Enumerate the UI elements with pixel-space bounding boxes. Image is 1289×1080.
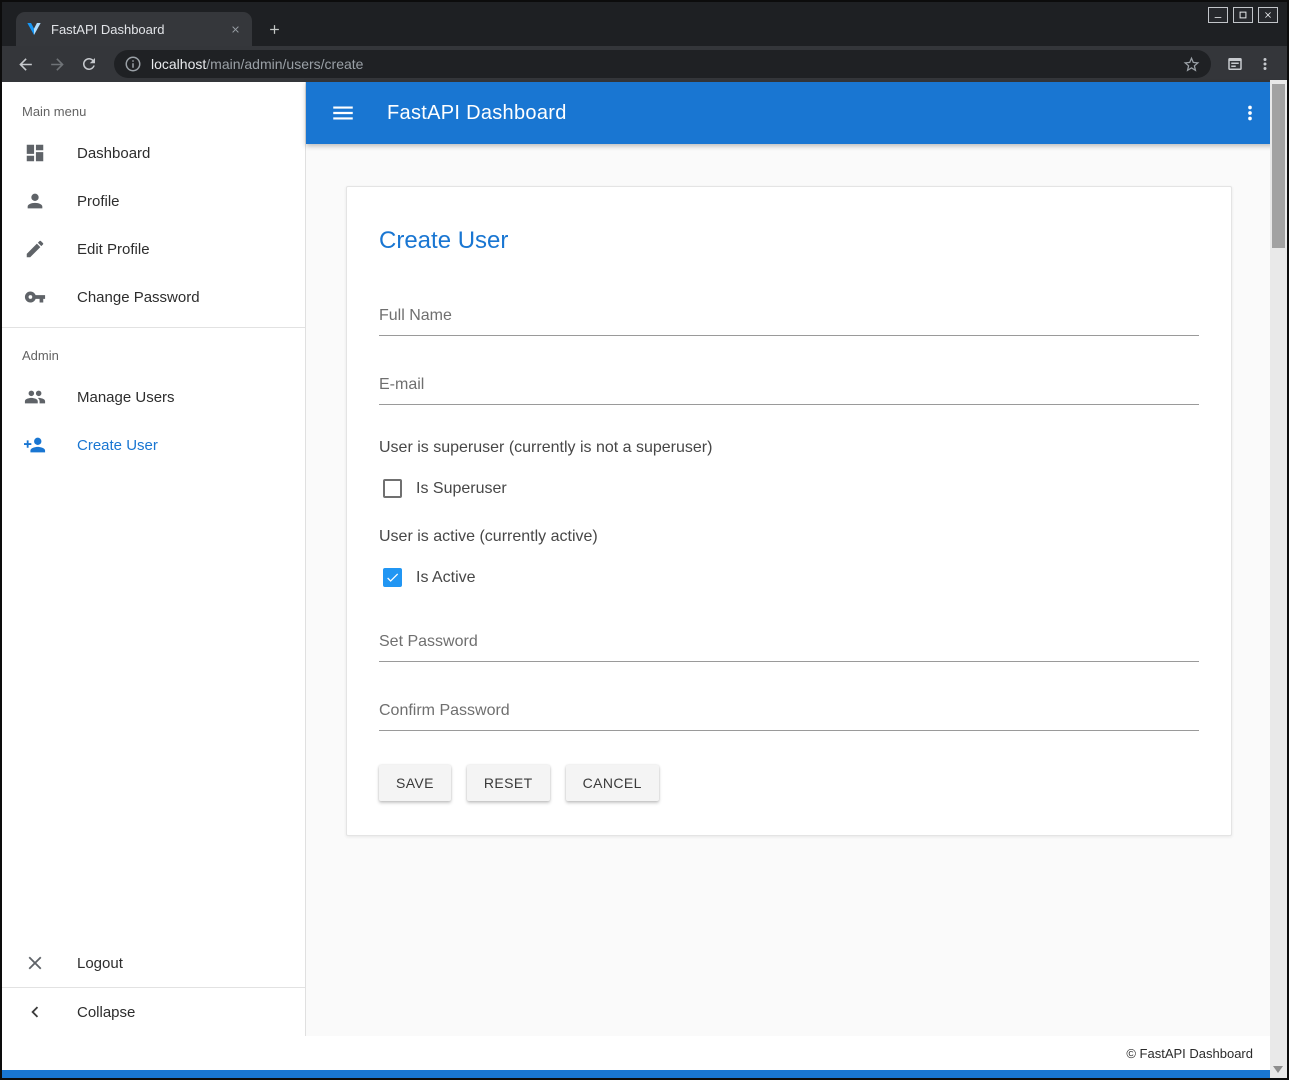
- checkbox-unchecked-icon: [383, 479, 402, 498]
- sidebar-item-dashboard[interactable]: Dashboard: [2, 129, 305, 177]
- account-icon: [24, 190, 46, 212]
- content-area: Create User User is superuser (currently…: [306, 144, 1287, 1036]
- sidebar-item-label: Edit Profile: [77, 241, 150, 258]
- maximize-button[interactable]: [1233, 7, 1253, 23]
- confirm-password-input[interactable]: [379, 696, 1199, 731]
- site-info-icon[interactable]: [124, 55, 142, 73]
- sidebar-section-admin-label: Admin: [2, 334, 305, 373]
- page-title: Create User: [379, 227, 1199, 255]
- sidebar-item-create-user[interactable]: Create User: [2, 421, 305, 469]
- is-superuser-label: Is Superuser: [416, 480, 507, 498]
- page: Main menu Dashboard Profile: [2, 82, 1287, 1078]
- is-superuser-checkbox[interactable]: Is Superuser: [383, 479, 1199, 498]
- close-button[interactable]: [1258, 7, 1278, 23]
- scrollbar-down-arrow-icon[interactable]: [1273, 1066, 1283, 1073]
- sidebar-item-label: Change Password: [77, 289, 200, 306]
- sidebar-item-change-password[interactable]: Change Password: [2, 273, 305, 321]
- sidebar-divider: [2, 327, 305, 328]
- sidebar-item-logout[interactable]: Logout: [2, 939, 305, 987]
- users-icon: [24, 386, 46, 408]
- hamburger-menu-icon[interactable]: [330, 100, 356, 126]
- is-active-label: Is Active: [416, 569, 476, 587]
- save-button[interactable]: SAVE: [379, 765, 451, 801]
- reset-button[interactable]: RESET: [467, 765, 550, 801]
- superuser-hint: User is superuser (currently is not a su…: [379, 439, 1199, 457]
- is-active-checkbox[interactable]: Is Active: [383, 568, 1199, 587]
- minimize-button[interactable]: [1208, 7, 1228, 23]
- cancel-button[interactable]: CANCEL: [566, 765, 659, 801]
- user-plus-icon: [24, 434, 46, 456]
- sidebar-item-label: Create User: [77, 437, 158, 454]
- new-tab-button[interactable]: [260, 15, 288, 43]
- sidebar-item-profile[interactable]: Profile: [2, 177, 305, 225]
- window-controls: [1208, 7, 1278, 23]
- browser-tab[interactable]: FastAPI Dashboard: [16, 12, 252, 46]
- browser-window: FastAPI Dashboard: [0, 0, 1289, 1080]
- back-icon[interactable]: [12, 51, 38, 77]
- logout-close-icon: [24, 952, 46, 974]
- create-user-card: Create User User is superuser (currently…: [346, 186, 1232, 836]
- tab-close-icon[interactable]: [227, 21, 244, 38]
- app-bar: FastAPI Dashboard: [306, 82, 1287, 144]
- page-body: Main menu Dashboard Profile: [2, 82, 1287, 1036]
- url-text: localhost/main/admin/users/create: [151, 56, 1182, 72]
- url-path: /main/admin/users/create: [206, 56, 363, 72]
- sidebar-spacer: [2, 469, 305, 939]
- sidebar-item-label: Dashboard: [77, 145, 150, 162]
- spacer: [379, 617, 1199, 627]
- form-actions: SAVE RESET CANCEL: [379, 765, 1199, 801]
- appbar-overflow-menu-icon[interactable]: [1237, 100, 1263, 126]
- sidebar-item-label: Manage Users: [77, 389, 175, 406]
- page-footer: © FastAPI Dashboard: [2, 1036, 1287, 1070]
- set-password-input[interactable]: [379, 627, 1199, 662]
- full-name-input[interactable]: [379, 301, 1199, 336]
- footer-accent-strip: [2, 1070, 1287, 1078]
- browser-menu-icon[interactable]: [1253, 52, 1277, 76]
- forward-icon[interactable]: [44, 51, 70, 77]
- extension-icon[interactable]: [1223, 52, 1247, 76]
- address-bar[interactable]: localhost/main/admin/users/create: [114, 50, 1211, 78]
- sidebar-item-edit-profile[interactable]: Edit Profile: [2, 225, 305, 273]
- page-scrollbar[interactable]: [1270, 80, 1287, 1078]
- active-hint: User is active (currently active): [379, 528, 1199, 546]
- tab-title: FastAPI Dashboard: [51, 22, 227, 37]
- vuetify-logo-icon: [26, 21, 42, 37]
- sidebar-item-label: Collapse: [77, 1004, 135, 1021]
- reload-icon[interactable]: [76, 51, 102, 77]
- url-host: localhost: [151, 56, 206, 72]
- sidebar-section-main-label: Main menu: [2, 90, 305, 129]
- copyright-text: © FastAPI Dashboard: [1126, 1046, 1253, 1061]
- sidebar-item-manage-users[interactable]: Manage Users: [2, 373, 305, 421]
- browser-toolbar: localhost/main/admin/users/create: [2, 46, 1287, 82]
- checkbox-checked-icon: [383, 568, 402, 587]
- chevron-left-icon: [24, 1001, 46, 1023]
- bookmark-star-icon[interactable]: [1182, 55, 1201, 74]
- scrollbar-thumb[interactable]: [1272, 84, 1285, 248]
- email-input[interactable]: [379, 370, 1199, 405]
- key-icon: [24, 286, 46, 308]
- sidebar-item-label: Profile: [77, 193, 120, 210]
- sidebar-collapse-button[interactable]: Collapse: [2, 988, 305, 1036]
- main-area: FastAPI Dashboard Create User User is su…: [306, 82, 1287, 1036]
- sidebar: Main menu Dashboard Profile: [2, 82, 306, 1036]
- sidebar-item-label: Logout: [77, 955, 123, 972]
- browser-titlebar: FastAPI Dashboard: [2, 2, 1287, 46]
- pencil-icon: [24, 238, 46, 260]
- dashboard-icon: [24, 142, 46, 164]
- appbar-title: FastAPI Dashboard: [387, 102, 567, 125]
